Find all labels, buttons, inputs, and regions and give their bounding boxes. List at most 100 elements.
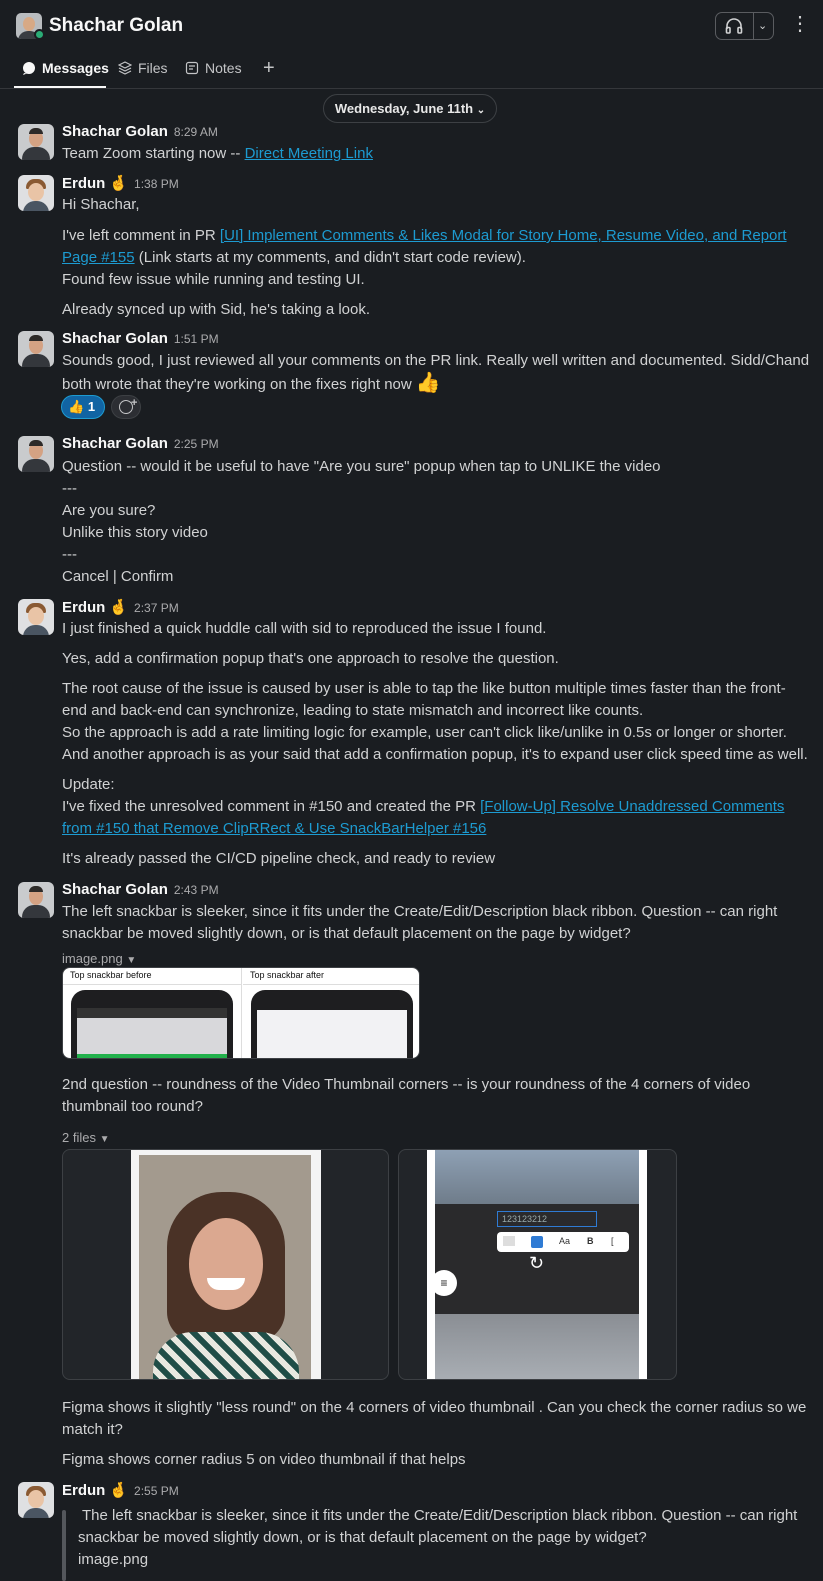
- meeting-link[interactable]: Direct Meeting Link: [245, 145, 373, 162]
- pr-link[interactable]: [Follow-Up] Resolve Unaddressed Comments: [480, 798, 784, 815]
- message-text: Sounds good, I just reviewed all your co…: [62, 352, 810, 369]
- video-thumbnail-screenshot: 123123212 Aa B [ ↻ ≡: [427, 1150, 647, 1379]
- message-text: The root cause of the issue is caused by…: [62, 680, 786, 697]
- layers-icon: [118, 61, 132, 75]
- message-text: Found few issue while running and testin…: [62, 271, 365, 288]
- message-text: end and back-end can synchronize, leadin…: [62, 702, 644, 719]
- message-text: Team Zoom starting now -- Direct Meeting…: [62, 145, 373, 162]
- pr-link[interactable]: Page #155: [62, 249, 135, 266]
- message-timestamp[interactable]: 2:37 PM: [134, 601, 179, 615]
- status-emoji: 🤞: [109, 1482, 129, 1499]
- avatar[interactable]: [18, 1482, 54, 1518]
- message-text: And another approach is as your said tha…: [62, 746, 808, 763]
- message-text: thumbnail too round?: [62, 1098, 203, 1115]
- text-toolbar: Aa B [: [497, 1232, 629, 1252]
- message-text: I've left comment in PR [UI] Implement C…: [62, 227, 787, 244]
- chevron-down-icon[interactable]: ⌄: [758, 19, 767, 32]
- tab-notes[interactable]: Notes: [185, 60, 242, 76]
- message-timestamp[interactable]: 1:51 PM: [174, 332, 219, 346]
- message-bubble-icon: [23, 62, 35, 75]
- message-text: Question -- would it be useful to have "…: [62, 458, 661, 475]
- caret-down-icon: ▼: [99, 1134, 110, 1145]
- avatar[interactable]: [18, 599, 54, 635]
- image-caption: Top snackbar after: [250, 970, 325, 980]
- presence-active-icon: [34, 29, 45, 40]
- message-text: Yes, add a confirmation popup that's one…: [62, 650, 559, 667]
- message-timestamp[interactable]: 1:38 PM: [134, 177, 179, 191]
- message-text: I just finished a quick huddle call with…: [62, 620, 547, 637]
- message-author[interactable]: Erdun 🤞 2:55 PM: [62, 1481, 179, 1499]
- message-text: Are you sure?: [62, 502, 156, 519]
- message-text: Unlike this story video: [62, 524, 208, 541]
- message-text: match it?: [62, 1421, 123, 1438]
- tab-label: Messages: [42, 60, 109, 76]
- tab-messages[interactable]: Messages: [22, 60, 109, 76]
- avatar[interactable]: [18, 882, 54, 918]
- chevron-down-icon: ⌄: [476, 105, 486, 116]
- message-text: from #150 that Remove ClipRRect & Use Sn…: [62, 818, 802, 840]
- avatar[interactable]: [18, 436, 54, 472]
- message-text: Hi Shachar,: [62, 196, 140, 213]
- message-text: The left snackbar is sleeker, since it f…: [62, 903, 778, 920]
- image-attachment[interactable]: [62, 1149, 389, 1380]
- message-author[interactable]: Shachar Golan 1:51 PM: [62, 330, 219, 347]
- message-author[interactable]: Shachar Golan 2:25 PM: [62, 435, 219, 452]
- message-text: Figma shows it slightly "less round" on …: [62, 1399, 807, 1416]
- message-text: Page #155 (Link starts at my comments, a…: [62, 249, 526, 266]
- message-timestamp[interactable]: 2:25 PM: [174, 437, 219, 451]
- message-timestamp[interactable]: 2:55 PM: [134, 1484, 179, 1498]
- message-text: Already synced up with Sid, he's taking …: [62, 301, 371, 318]
- plus-icon: +: [263, 57, 275, 79]
- message-timestamp[interactable]: 2:43 PM: [174, 883, 219, 897]
- thumbs-up-emoji: 👍: [415, 372, 441, 394]
- message-text: I've fixed the unresolved comment in #15…: [62, 798, 785, 815]
- message-author[interactable]: Erdun 🤞 2:37 PM: [62, 598, 179, 616]
- status-emoji: 🤞: [109, 175, 129, 192]
- huddle-button[interactable]: ⌄: [715, 12, 774, 40]
- message-author[interactable]: Erdun 🤞 1:38 PM: [62, 174, 179, 192]
- message-text: Cancel | Confirm: [62, 568, 174, 585]
- avatar[interactable]: [18, 175, 54, 211]
- more-options-icon[interactable]: ⋮: [790, 14, 810, 34]
- add-tab-button[interactable]: +: [263, 57, 275, 80]
- message-author[interactable]: Shachar Golan 8:29 AM: [62, 123, 218, 140]
- image-attachment[interactable]: 123123212 Aa B [ ↻ ≡: [398, 1149, 677, 1380]
- quote-bar: [62, 1510, 66, 1581]
- active-tab-indicator: [14, 86, 106, 88]
- avatar[interactable]: [18, 124, 54, 160]
- message-text: Figma shows corner radius 5 on video thu…: [62, 1451, 466, 1468]
- add-reaction-button[interactable]: +: [111, 395, 141, 419]
- quoted-text: snackbar be moved slightly down, or is t…: [78, 1529, 647, 1546]
- avatar[interactable]: [18, 331, 54, 367]
- channel-header: Shachar Golan ⌄ ⋮ Messages Files Notes +: [0, 0, 823, 89]
- phone-mockup: [251, 990, 413, 1058]
- file-toggle[interactable]: image.png ▼: [62, 951, 136, 966]
- message-text: So the approach is add a rate limiting l…: [62, 724, 787, 741]
- caret-down-icon: ▼: [126, 955, 137, 966]
- divider: [753, 13, 754, 39]
- reaction-pill[interactable]: 👍 1: [61, 395, 105, 419]
- text-selection: 123123212: [497, 1211, 597, 1227]
- tab-label: Notes: [205, 60, 242, 76]
- pr-link[interactable]: [UI] Implement Comments & Likes Modal fo…: [220, 227, 787, 244]
- message-author[interactable]: Shachar Golan 2:43 PM: [62, 881, 219, 898]
- tab-bar: Messages Files Notes +: [0, 52, 823, 89]
- tab-label: Files: [138, 60, 168, 76]
- image-attachment[interactable]: Top snackbar before Top snackbar after: [62, 967, 420, 1059]
- quoted-text: The left snackbar is sleeker, since it f…: [82, 1507, 798, 1524]
- message-text: 2nd question -- roundness of the Video T…: [62, 1076, 751, 1093]
- conversation-title[interactable]: Shachar Golan: [49, 15, 183, 37]
- menu-icon: ≡: [431, 1270, 457, 1296]
- file-toggle[interactable]: 2 files ▼: [62, 1130, 110, 1145]
- tab-files[interactable]: Files: [118, 60, 168, 76]
- message-text: ---: [62, 480, 77, 497]
- message-text: Update:: [62, 776, 115, 793]
- message-text: ---: [62, 546, 77, 563]
- message-timestamp[interactable]: 8:29 AM: [174, 125, 218, 139]
- message-text: snackbar be moved slightly down, or is t…: [62, 925, 631, 942]
- rotate-icon: ↻: [529, 1253, 545, 1273]
- pr-link[interactable]: from #150 that Remove ClipRRect & Use Sn…: [62, 820, 486, 837]
- phone-mockup: [71, 990, 233, 1058]
- message-text: both wrote that they're working on the f…: [62, 372, 441, 394]
- date-divider[interactable]: Wednesday, June 11th ⌄: [323, 94, 497, 123]
